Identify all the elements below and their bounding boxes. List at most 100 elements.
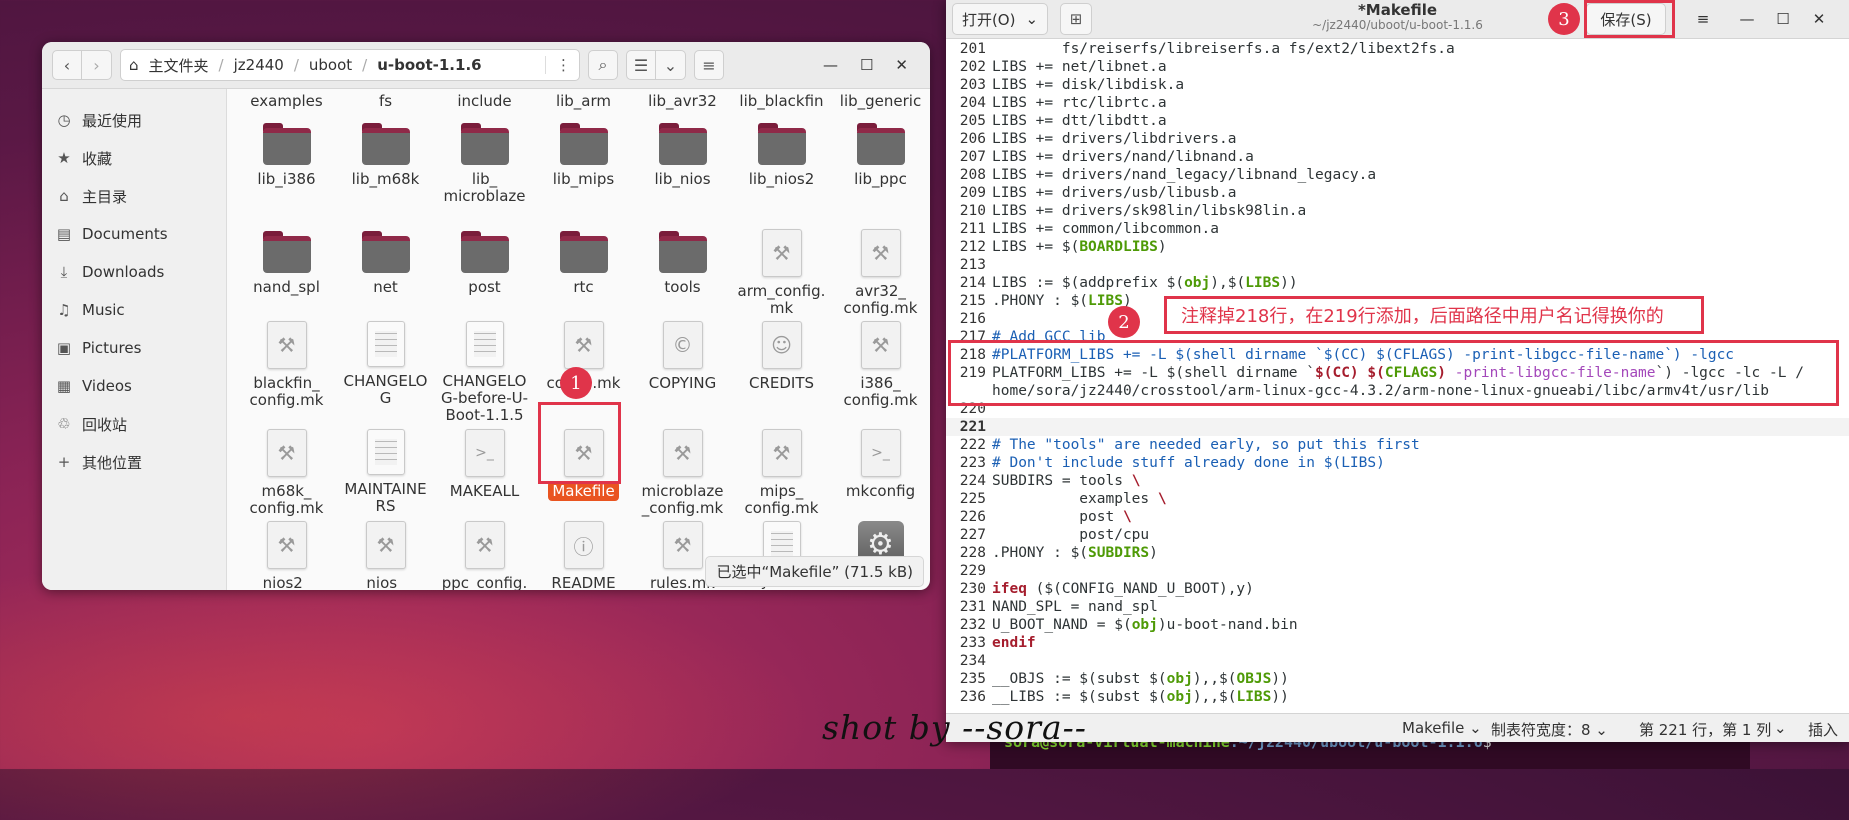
folder-item[interactable]: lib_m68k: [336, 117, 435, 225]
code-line[interactable]: 235 __OBJS := $(subst $(obj),,$(OBJS)): [946, 670, 1849, 688]
code-line[interactable]: 223 # Don't include stuff already done in…: [946, 454, 1849, 472]
code-line[interactable]: 234: [946, 652, 1849, 670]
folder-item[interactable]: lib_mips: [534, 117, 633, 225]
file-item[interactable]: >_ MAKEALL: [435, 425, 534, 517]
file-item[interactable]: include: [435, 93, 534, 113]
maximize-button[interactable]: ☐: [860, 56, 873, 74]
close-button[interactable]: ✕: [895, 56, 908, 74]
folder-item[interactable]: lib_ microblaze: [435, 117, 534, 225]
back-button[interactable]: ‹: [52, 50, 82, 80]
code-line[interactable]: 201 fs/reiserfs/libreiserfs.a fs/ext2/li…: [946, 40, 1849, 58]
file-item[interactable]: ⚒ m68k_ config.mk: [237, 425, 336, 517]
code-line[interactable]: 233 endif: [946, 634, 1849, 652]
code-line[interactable]: 228 .PHONY : $(SUBDIRS): [946, 544, 1849, 562]
insert-mode[interactable]: 插入: [1808, 719, 1838, 740]
list-view-icon[interactable]: ☰: [626, 50, 656, 80]
tab-width-selector[interactable]: 制表符宽度：8 ⌄: [1491, 719, 1608, 740]
code-line[interactable]: 225 examples \: [946, 490, 1849, 508]
file-item[interactable]: lib_generic: [831, 93, 930, 113]
file-item[interactable]: lib_blackfin: [732, 93, 831, 113]
close-button[interactable]: ✕: [1804, 5, 1834, 33]
sidebar-item-home[interactable]: ⌂ 主目录: [42, 177, 226, 215]
code-line[interactable]: 221: [946, 418, 1849, 436]
file-item[interactable]: lib_arm: [534, 93, 633, 113]
sidebar-item-downloads[interactable]: ⤓ Downloads: [42, 253, 226, 291]
file-item[interactable]: ⚒ arm_config. mk: [732, 225, 831, 317]
sidebar-item-trash[interactable]: ♲ 回收站: [42, 405, 226, 443]
file-item[interactable]: ⚒ nios_ config.mk: [336, 517, 435, 590]
code-line[interactable]: 226 post \: [946, 508, 1849, 526]
file-item[interactable]: CHANGELO G-before-U- Boot-1.1.5: [435, 317, 534, 425]
file-item[interactable]: MAINTAINE RS: [336, 425, 435, 517]
folder-item[interactable]: net: [336, 225, 435, 317]
code-line[interactable]: 224 SUBDIRS = tools \: [946, 472, 1849, 490]
file-item[interactable]: ☺ CREDITS: [732, 317, 831, 425]
minimize-button[interactable]: —: [823, 56, 838, 74]
forward-button[interactable]: ›: [82, 50, 112, 80]
menu-button[interactable]: ≡: [694, 50, 724, 80]
code-line[interactable]: 207 LIBS += drivers/nand/libnand.a: [946, 148, 1849, 166]
sidebar-item-music[interactable]: ♫ Music: [42, 291, 226, 329]
file-item[interactable]: ⚒ blackfin_ config.mk: [237, 317, 336, 425]
file-item[interactable]: ⓘ README: [534, 517, 633, 590]
maximize-button[interactable]: ☐: [1768, 5, 1798, 33]
folder-item[interactable]: lib_i386: [237, 117, 336, 225]
code-line[interactable]: 214 LIBS := $(addprefix $(obj),$(LIBS)): [946, 274, 1849, 292]
code-line[interactable]: 230 ifeq ($(CONFIG_NAND_U_BOOT),y): [946, 580, 1849, 598]
code-line[interactable]: 211 LIBS += common/libcommon.a: [946, 220, 1849, 238]
breadcrumb-home[interactable]: 主文件夹: [149, 55, 209, 76]
file-item[interactable]: © COPYING: [633, 317, 732, 425]
file-item[interactable]: ⚒ mips_ config.mk: [732, 425, 831, 517]
file-item[interactable]: CHANGELO G: [336, 317, 435, 425]
file-item[interactable]: ⚒ microblaze _config.mk: [633, 425, 732, 517]
sidebar-item-documents[interactable]: ▤ Documents: [42, 215, 226, 253]
file-item[interactable]: ⚒ avr32_ config.mk: [831, 225, 930, 317]
folder-item[interactable]: nand_spl: [237, 225, 336, 317]
search-button[interactable]: ⌕: [588, 50, 618, 80]
code-line[interactable]: 210 LIBS += drivers/sk98lin/libsk98lin.a: [946, 202, 1849, 220]
code-line[interactable]: 227 post/cpu: [946, 526, 1849, 544]
chevron-down-icon[interactable]: ⌄: [1774, 719, 1787, 737]
file-item[interactable]: >_ mkconfig: [831, 425, 930, 517]
breadcrumb-current[interactable]: u-boot-1.1.6: [377, 56, 481, 74]
folder-item[interactable]: lib_ppc: [831, 117, 930, 225]
code-line[interactable]: 203 LIBS += disk/libdisk.a: [946, 76, 1849, 94]
file-item[interactable]: ⚒ i386_ config.mk: [831, 317, 930, 425]
code-line[interactable]: 229: [946, 562, 1849, 580]
folder-item[interactable]: post: [435, 225, 534, 317]
code-line[interactable]: 204 LIBS += rtc/librtc.a: [946, 94, 1849, 112]
code-line[interactable]: 208 LIBS += drivers/nand_legacy/libnand_l…: [946, 166, 1849, 184]
file-item[interactable]: ⚒ nios2_ config.mk: [237, 517, 336, 590]
file-item[interactable]: lib_avr32: [633, 93, 732, 113]
breadcrumb-uboot[interactable]: uboot: [309, 56, 352, 74]
sidebar-item-pictures[interactable]: ▣ Pictures: [42, 329, 226, 367]
menu-button[interactable]: ≡: [1688, 5, 1718, 33]
code-line[interactable]: 205 LIBS += dtt/libdtt.a: [946, 112, 1849, 130]
folder-item[interactable]: lib_nios2: [732, 117, 831, 225]
breadcrumb[interactable]: ⌂ 主文件夹 / jz2440 / uboot / u-boot-1.1.6 ⋮: [120, 49, 580, 81]
code-line[interactable]: 212 LIBS += $(BOARDLIBS): [946, 238, 1849, 256]
code-line[interactable]: 222 # The "tools" are needed early, so pu…: [946, 436, 1849, 454]
view-dropdown-icon[interactable]: ⌄: [656, 50, 686, 80]
folder-item[interactable]: lib_nios: [633, 117, 732, 225]
sidebar-item-recent[interactable]: ◷ 最近使用: [42, 101, 226, 139]
code-line[interactable]: 202 LIBS += net/libnet.a: [946, 58, 1849, 76]
code-line[interactable]: 213: [946, 256, 1849, 274]
file-item[interactable]: examples: [237, 93, 336, 113]
file-item[interactable]: fs: [336, 93, 435, 113]
minimize-button[interactable]: —: [1732, 5, 1762, 33]
folder-item[interactable]: rtc: [534, 225, 633, 317]
sidebar-item-other-locations[interactable]: + 其他位置: [42, 443, 226, 481]
breadcrumb-jz2440[interactable]: jz2440: [234, 56, 284, 74]
code-line[interactable]: 232 U_BOOT_NAND = $(obj)u-boot-nand.bin: [946, 616, 1849, 634]
code-line[interactable]: 236 __LIBS := $(subst $(obj),,$(LIBS)): [946, 688, 1849, 706]
file-item[interactable]: ⚒ ppc_config. mk: [435, 517, 534, 590]
sidebar-item-starred[interactable]: ★ 收藏: [42, 139, 226, 177]
cursor-position[interactable]: 第 221 行，第 1 列: [1639, 719, 1771, 740]
folder-item[interactable]: tools: [633, 225, 732, 317]
code-line[interactable]: 231 NAND_SPL = nand_spl: [946, 598, 1849, 616]
code-line[interactable]: 206 LIBS += drivers/libdrivers.a: [946, 130, 1849, 148]
language-selector[interactable]: Makefile ⌄: [1402, 719, 1482, 737]
code-line[interactable]: 209 LIBS += drivers/usb/libusb.a: [946, 184, 1849, 202]
sidebar-item-videos[interactable]: ▦ Videos: [42, 367, 226, 405]
